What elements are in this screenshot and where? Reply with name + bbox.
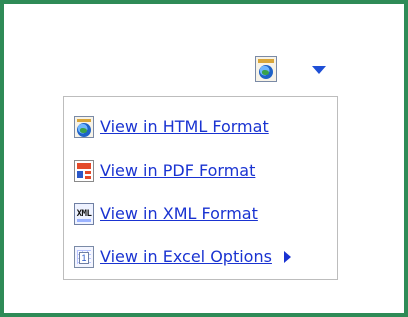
pdf-icon-block: [85, 176, 91, 179]
xml-format-icon: XML: [74, 203, 94, 225]
menu-item-label[interactable]: View in HTML Format: [100, 118, 269, 136]
xml-icon-text: XML: [76, 209, 92, 219]
menu-item-view-pdf[interactable]: View in PDF Format: [74, 157, 255, 185]
html-format-icon[interactable]: [255, 56, 277, 82]
excel-options-icon: 1: [74, 246, 94, 268]
menu-item-label[interactable]: View in Excel Options: [100, 248, 272, 266]
submenu-arrow-icon[interactable]: [283, 251, 291, 263]
menu-item-view-xml[interactable]: XML View in XML Format: [74, 200, 258, 228]
globe-icon: [259, 65, 273, 79]
html-format-icon: [74, 116, 94, 138]
dropdown-arrow-icon[interactable]: [312, 66, 326, 74]
html-format-icon-header: [77, 119, 91, 122]
excel-number-box: 1: [79, 252, 89, 264]
pdf-icon-block: [77, 171, 83, 178]
html-format-icon-header: [258, 59, 274, 63]
pdf-icon-block: [85, 171, 91, 174]
format-menu: View in HTML Format View in PDF Format X…: [63, 96, 338, 280]
menu-item-label[interactable]: View in PDF Format: [100, 162, 255, 180]
pdf-format-icon: [74, 160, 94, 182]
menu-item-view-html[interactable]: View in HTML Format: [74, 113, 269, 141]
menu-item-label[interactable]: View in XML Format: [100, 205, 258, 223]
container-frame: View in HTML Format View in PDF Format X…: [0, 0, 408, 317]
xml-icon-lines: [77, 219, 91, 222]
pdf-icon-top: [77, 163, 91, 169]
globe-icon: [77, 123, 91, 137]
menu-item-view-excel-options[interactable]: 1 View in Excel Options: [74, 243, 291, 271]
